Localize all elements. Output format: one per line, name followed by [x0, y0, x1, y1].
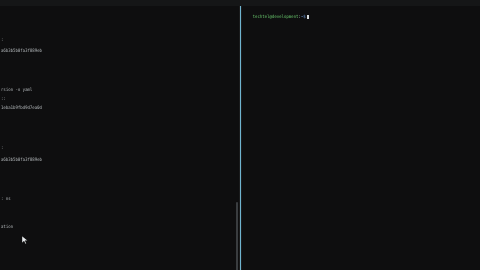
terminal-prompt-line: techtel@development:~$: [243, 9, 309, 24]
left-pane-scrollbar[interactable]: [236, 202, 238, 270]
mouse-pointer-icon: [22, 236, 28, 244]
terminal-line: 1eba1b9fbd9d7ea0d: [1, 105, 42, 110]
terminal-pane-left[interactable]: : a6b3b5b0fa3f889eb rsion -o yaml :: 1eb…: [0, 6, 239, 270]
prompt-user-host: techtel@development: [252, 14, 299, 19]
terminal-line: :: [1, 145, 4, 150]
terminal-line: a6b3b5b0fa3f889eb: [1, 48, 42, 53]
terminal-line: :: [1, 37, 4, 42]
terminal-pane-right[interactable]: techtel@development:~$: [242, 6, 480, 270]
terminal-line: ation: [1, 224, 14, 229]
active-pane-indicator: [240, 6, 241, 270]
terminal-line: rsion -o yaml: [1, 87, 33, 92]
terminal-line: a6b3b5b0fa3f889eb: [1, 157, 42, 162]
terminal-cursor: [306, 15, 309, 19]
terminal-line: : ns: [1, 196, 11, 201]
prompt-path: ~$: [300, 14, 306, 19]
terminal-line: ::: [1, 96, 6, 101]
